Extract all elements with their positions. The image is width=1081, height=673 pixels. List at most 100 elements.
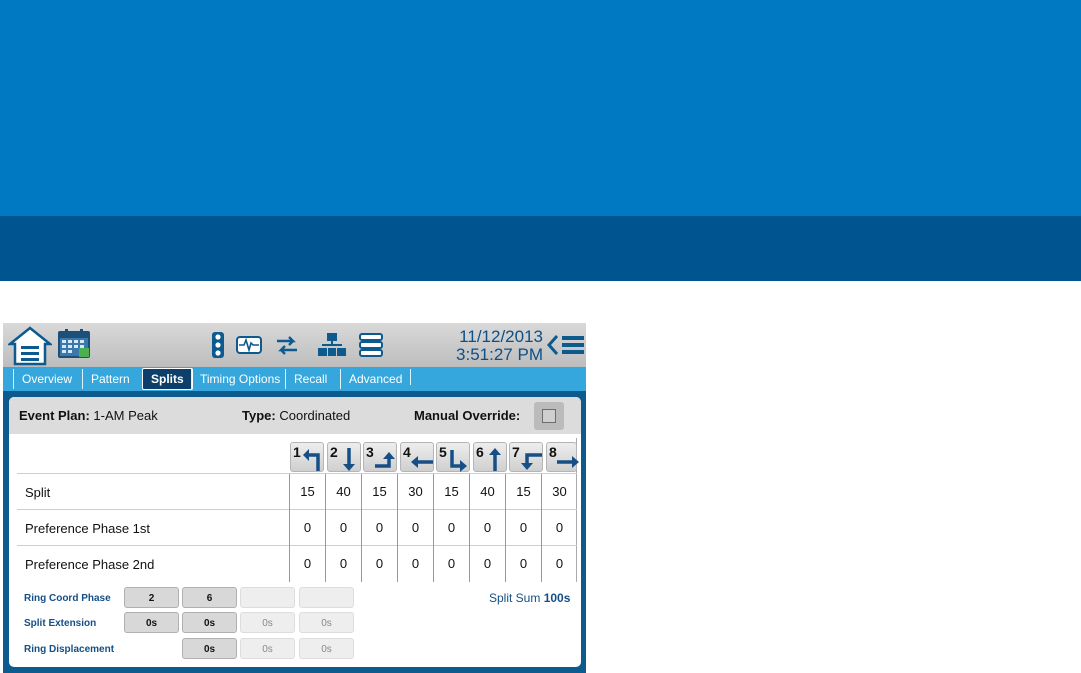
split-cell[interactable]: 30 [397, 474, 433, 510]
split-extension-chip[interactable]: 0s [240, 612, 295, 633]
left-turn-icon [521, 453, 542, 470]
traffic-signal-icon[interactable] [205, 332, 231, 358]
split-cell[interactable]: 40 [325, 474, 361, 510]
preference-cell[interactable]: 0 [325, 510, 361, 546]
split-cell[interactable]: 15 [433, 474, 469, 510]
event-plan: Event Plan: 1-AM Peak [19, 408, 158, 423]
phase-6-button[interactable]: 6 [473, 442, 507, 472]
preference-cell[interactable]: 0 [289, 510, 325, 546]
tab-pattern[interactable]: Pattern [82, 369, 138, 389]
ring-coord-phase-chip[interactable] [240, 587, 295, 608]
menu-icon[interactable] [562, 335, 584, 355]
preference-cell[interactable]: 0 [469, 510, 505, 546]
plan-type-value: Coordinated [279, 408, 351, 423]
phase-2-button[interactable]: 2 [327, 442, 361, 472]
preference-phase-2nd-row: Preference Phase 2nd 0 0 0 0 0 0 0 0 [17, 546, 577, 582]
database-icon[interactable] [358, 332, 384, 358]
splits-panel: Event Plan: 1-AM Peak Type: Coordinated … [9, 397, 581, 667]
row-label: Preference Phase 1st [25, 521, 151, 536]
ring-displacement-chip[interactable]: 0s [240, 638, 295, 659]
split-sum-value: 100s [543, 591, 571, 605]
preference-cell[interactable]: 0 [505, 510, 541, 546]
datetime-display: 11/12/2013 3:51:27 PM [443, 328, 543, 364]
preference-cell[interactable]: 0 [541, 510, 577, 546]
through-down-icon [343, 448, 355, 471]
tab-timing-options[interactable]: Timing Options [191, 369, 288, 389]
phase-5-button[interactable]: 5 [436, 442, 470, 472]
date-text: 11/12/2013 [459, 327, 543, 346]
split-sum: Split Sum 100s [489, 591, 570, 605]
ring-coord-phase-chip[interactable] [299, 587, 354, 608]
split-cell[interactable]: 40 [469, 474, 505, 510]
left-turn-icon [375, 452, 395, 468]
split-extension-chip[interactable]: 0s [182, 612, 237, 633]
preference-cell[interactable]: 0 [325, 546, 361, 582]
phase-1-button[interactable]: 1 [290, 442, 324, 472]
phase-4-button[interactable]: 4 [400, 442, 434, 472]
phase-3-button[interactable]: 3 [363, 442, 397, 472]
split-extension-chip[interactable]: 0s [299, 612, 354, 633]
split-sum-label: Split Sum [489, 591, 541, 605]
split-cell[interactable]: 30 [541, 474, 577, 510]
split-cell[interactable]: 15 [505, 474, 541, 510]
transfer-arrows-icon[interactable] [274, 332, 300, 358]
tab-splits[interactable]: Splits [142, 368, 193, 390]
preference-phase-1st-row: Preference Phase 1st 0 0 0 0 0 0 0 0 [17, 510, 577, 546]
ring-displacement-chip[interactable]: 0s [299, 638, 354, 659]
tab-divider [410, 369, 411, 385]
left-turn-icon [450, 450, 467, 472]
time-text: 3:51:27 PM [456, 345, 543, 364]
header-banner [0, 0, 1081, 216]
tab-bar: Overview Pattern Splits Timing Options R… [3, 367, 586, 391]
preference-cell[interactable]: 0 [541, 546, 577, 582]
phase-7-button[interactable]: 7 [509, 442, 543, 472]
preference-cell[interactable]: 0 [505, 546, 541, 582]
preference-cell[interactable]: 0 [433, 546, 469, 582]
ring-displacement-label: Ring Displacement [24, 644, 115, 655]
tab-advanced[interactable]: Advanced [340, 369, 410, 389]
network-icon[interactable] [317, 332, 347, 358]
manual-override-checkbox[interactable] [534, 402, 564, 430]
split-row: Split 15 40 15 30 15 40 15 30 [17, 474, 577, 510]
back-icon[interactable] [545, 333, 561, 357]
preference-cell[interactable]: 0 [397, 546, 433, 582]
split-cell[interactable]: 15 [289, 474, 325, 510]
phase-8-button[interactable]: 8 [546, 442, 579, 472]
plan-header: Event Plan: 1-AM Peak Type: Coordinated … [9, 397, 581, 434]
plan-type: Type: Coordinated [242, 408, 350, 423]
manual-override-label: Manual Override: [414, 408, 520, 423]
calendar-icon[interactable] [57, 329, 91, 359]
manual-override-text: Manual Override: [414, 408, 521, 423]
preference-cell[interactable]: 0 [361, 546, 397, 582]
event-plan-value: 1-AM Peak [93, 408, 158, 423]
phase-header-row: 1 2 3 4 5 6 7 8 [17, 438, 579, 474]
ring-displacement-chip[interactable]: 0s [182, 638, 237, 659]
controller-app-window: 11/12/2013 3:51:27 PM Overview Pattern S… [3, 323, 586, 673]
ring-coord-phase-chip[interactable]: 6 [182, 587, 237, 608]
preference-cell[interactable]: 0 [361, 510, 397, 546]
row-label: Preference Phase 2nd [25, 557, 155, 572]
row-label: Split [25, 485, 51, 500]
through-left-icon [411, 456, 433, 468]
through-up-icon [489, 448, 501, 471]
plan-type-label: Type: [242, 408, 276, 423]
ring-coord-phase-chip[interactable]: 2 [124, 587, 179, 608]
monitor-wave-icon[interactable] [236, 332, 262, 358]
tab-overview[interactable]: Overview [13, 369, 80, 389]
checkbox-square [542, 409, 556, 423]
event-plan-label: Event Plan: [19, 408, 90, 423]
through-right-icon [557, 456, 579, 468]
split-extension-chip[interactable]: 0s [124, 612, 179, 633]
ring-coord-phase-label: Ring Coord Phase [24, 593, 111, 604]
splits-grid: 1 2 3 4 5 6 7 8 Split 15 40 15 30 15 40 … [17, 438, 579, 582]
tab-recall[interactable]: Recall [285, 369, 335, 389]
preference-cell[interactable]: 0 [469, 546, 505, 582]
preference-cell[interactable]: 0 [289, 546, 325, 582]
toolbar: 11/12/2013 3:51:27 PM [3, 323, 586, 367]
split-cell[interactable]: 15 [361, 474, 397, 510]
split-extension-label: Split Extension [24, 618, 97, 629]
home-menu-icon[interactable] [8, 326, 52, 366]
preference-cell[interactable]: 0 [433, 510, 469, 546]
left-turn-icon [303, 449, 320, 471]
preference-cell[interactable]: 0 [397, 510, 433, 546]
